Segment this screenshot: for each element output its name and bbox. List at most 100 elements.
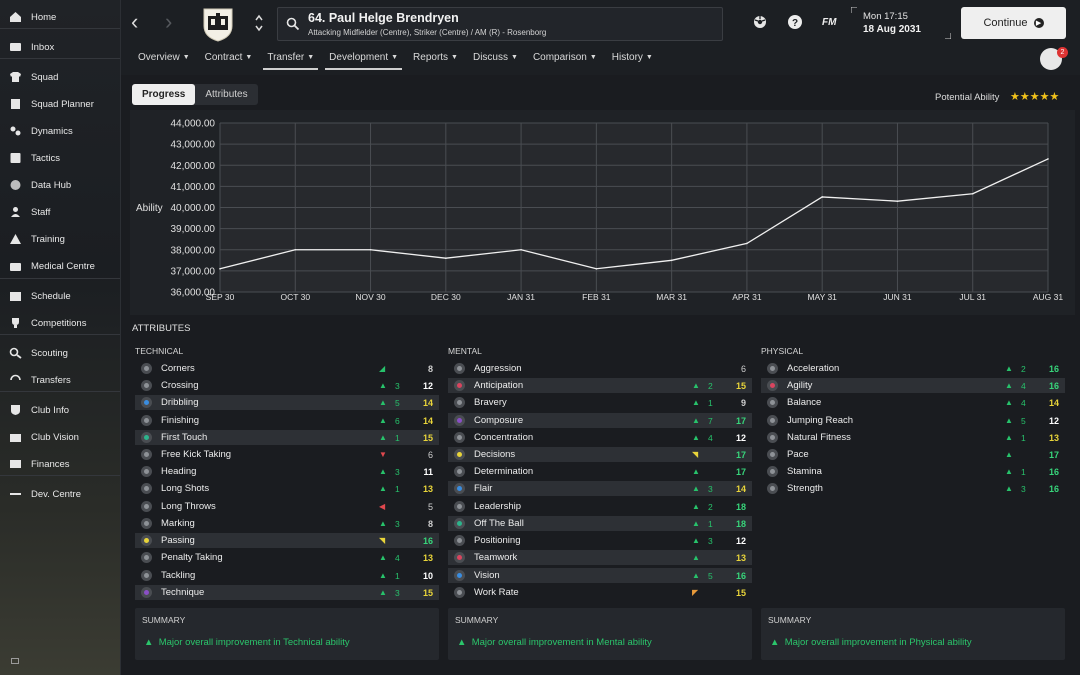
sidebar-item-inbox[interactable]: Inbox (0, 35, 120, 59)
attribute-value: 14 (422, 415, 433, 426)
sidebar-collapse-icon[interactable] (11, 658, 19, 664)
ability-point (445, 257, 447, 259)
attribute-row-determination[interactable]: Determination ▲ 17 (448, 464, 752, 479)
sidebar-item-squad-planner[interactable]: Squad Planner (0, 92, 120, 116)
attribute-row-composure[interactable]: Composure ▲ 7 17 (448, 413, 752, 428)
subtab-attributes[interactable]: Attributes (195, 84, 257, 105)
attribute-row-long-shots[interactable]: Long Shots ▲ 1 13 (135, 481, 439, 496)
tab-development[interactable]: Development ▼ (323, 48, 404, 70)
sidebar-item-dynamics[interactable]: Dynamics (0, 119, 120, 143)
social-feed-icon[interactable] (752, 14, 768, 30)
tab-history[interactable]: History ▼ (606, 48, 659, 70)
attribute-name: Heading (161, 466, 197, 477)
attribute-row-long-throws[interactable]: Long Throws ◀ 5 (135, 499, 439, 514)
attribute-row-corners[interactable]: Corners ◢ 8 (135, 361, 439, 376)
attribute-name: Finishing (161, 415, 200, 426)
sidebar-item-label: Club Info (31, 404, 70, 416)
attribute-row-agility[interactable]: Agility ▲ 4 16 (761, 378, 1065, 393)
trend-arrow-icon: ▲ (1005, 364, 1013, 373)
attribute-row-heading[interactable]: Heading ▲ 3 11 (135, 464, 439, 479)
attribute-change: 3 (708, 483, 713, 494)
attribute-row-anticipation[interactable]: Anticipation ▲ 2 15 (448, 378, 752, 393)
sidebar-item-club-vision[interactable]: Club Vision (0, 425, 120, 449)
summary-text: ▲ Major overall improvement in Mental ab… (457, 637, 652, 648)
attribute-row-first-touch[interactable]: First Touch ▲ 1 15 (135, 430, 439, 445)
sidebar-item-medical-centre[interactable]: Medical Centre (0, 254, 120, 278)
attribute-row-passing[interactable]: Passing ◥ 16 (135, 533, 439, 548)
sidebar-item-finances[interactable]: Finances (0, 452, 120, 476)
sidebar-item-club-info[interactable]: Club Info (0, 398, 120, 422)
attribute-row-crossing[interactable]: Crossing ▲ 3 12 (135, 378, 439, 393)
tab-contract[interactable]: Contract ▼ (199, 48, 259, 70)
sidebar-item-training[interactable]: Training (0, 227, 120, 251)
attribute-row-penalty-taking[interactable]: Penalty Taking ▲ 4 13 (135, 550, 439, 565)
attribute-row-bravery[interactable]: Bravery ▲ 1 9 (448, 395, 752, 410)
attribute-value: 14 (422, 397, 433, 408)
attribute-row-teamwork[interactable]: Teamwork ▲ 13 (448, 550, 752, 565)
back-arrow-icon[interactable]: ‹ (131, 10, 138, 34)
attribute-row-decisions[interactable]: Decisions ◥ 17 (448, 447, 752, 462)
attribute-row-work-rate[interactable]: Work Rate ◤ 15 (448, 585, 752, 600)
sidebar-item-dev-centre[interactable]: Dev. Centre (0, 482, 120, 506)
sidebar-item-squad[interactable]: Squad (0, 65, 120, 89)
ability-point (219, 267, 221, 270)
attribute-row-dribbling[interactable]: Dribbling ▲ 5 14 (135, 395, 439, 410)
attribute-row-free-kick-taking[interactable]: Free Kick Taking ▼ 6 (135, 447, 439, 462)
sidebar-item-home[interactable]: Home (0, 5, 120, 29)
club-crest-icon[interactable] (201, 6, 235, 42)
attribute-role-icon (141, 518, 152, 529)
sidebar-item-schedule[interactable]: Schedule (0, 284, 120, 308)
trend-arrow-icon: ◥ (379, 536, 386, 545)
attribute-role-icon (454, 397, 465, 408)
attribute-name: Passing (161, 535, 195, 546)
attribute-row-vision[interactable]: Vision ▲ 5 16 (448, 568, 752, 583)
tab-comparison[interactable]: Comparison ▼ (527, 48, 603, 70)
sidebar-item-data-hub[interactable]: Data Hub (0, 173, 120, 197)
tab-reports[interactable]: Reports ▼ (407, 48, 464, 70)
attribute-row-stamina[interactable]: Stamina ▲ 1 16 (761, 464, 1065, 479)
sidebar-item-label: Medical Centre (31, 260, 95, 272)
trend-arrow-icon: ▲ (379, 588, 387, 597)
attribute-row-off-the-ball[interactable]: Off The Ball ▲ 1 18 (448, 516, 752, 531)
attribute-row-aggression[interactable]: Aggression 6 (448, 361, 752, 376)
attribute-row-jumping-reach[interactable]: Jumping Reach ▲ 5 12 (761, 413, 1065, 428)
subtab-progress[interactable]: Progress (132, 84, 196, 105)
continue-button[interactable]: Continue ▶ (961, 7, 1066, 39)
player-search-box[interactable]: 64. Paul Helge Brendryen Attacking Midfi… (277, 7, 723, 41)
attribute-row-strength[interactable]: Strength ▲ 3 16 (761, 481, 1065, 496)
physical-summary: SUMMARY ▲ Major overall improvement in P… (761, 608, 1065, 660)
attribute-row-positioning[interactable]: Positioning ▲ 3 12 (448, 533, 752, 548)
attribute-name: Long Throws (161, 501, 216, 512)
attribute-row-concentration[interactable]: Concentration ▲ 4 12 (448, 430, 752, 445)
attribute-name: Penalty Taking (161, 552, 223, 563)
fm-logo[interactable]: FM (822, 17, 836, 28)
attribute-row-technique[interactable]: Technique ▲ 3 15 (135, 585, 439, 600)
sidebar-item-competitions[interactable]: Competitions (0, 311, 120, 335)
trend-arrow-icon: ▲ (1005, 484, 1013, 493)
sidebar-item-staff[interactable]: Staff (0, 200, 120, 224)
attribute-row-pace[interactable]: Pace ▲ 17 (761, 447, 1065, 462)
forward-arrow-icon[interactable]: › (165, 10, 172, 34)
tab-transfer[interactable]: Transfer ▼ (261, 48, 320, 70)
tab-overview[interactable]: Overview ▼ (132, 48, 196, 70)
trend-arrow-icon: ◤ (692, 588, 699, 597)
attribute-row-tackling[interactable]: Tackling ▲ 1 10 (135, 568, 439, 583)
help-icon[interactable]: ? (787, 14, 803, 30)
attribute-value: 10 (422, 570, 433, 581)
attribute-row-flair[interactable]: Flair ▲ 3 14 (448, 481, 752, 496)
tab-discuss[interactable]: Discuss ▼ (467, 48, 524, 70)
sidebar-item-scouting[interactable]: Scouting (0, 341, 120, 365)
attribute-row-acceleration[interactable]: Acceleration ▲ 2 16 (761, 361, 1065, 376)
attribute-row-marking[interactable]: Marking ▲ 3 8 (135, 516, 439, 531)
sidebar-item-label: Transfers (31, 374, 71, 386)
attribute-row-natural-fitness[interactable]: Natural Fitness ▲ 1 13 (761, 430, 1065, 445)
attribute-row-finishing[interactable]: Finishing ▲ 6 14 (135, 413, 439, 428)
scouting-icon (8, 347, 22, 359)
attribute-row-balance[interactable]: Balance ▲ 4 14 (761, 395, 1065, 410)
attribute-name: Technique (161, 587, 205, 598)
attribute-row-leadership[interactable]: Leadership ▲ 2 18 (448, 499, 752, 514)
sidebar-item-transfers[interactable]: Transfers (0, 368, 120, 392)
summary-title: SUMMARY (768, 615, 812, 625)
up-down-chevron-icon[interactable] (254, 12, 264, 34)
sidebar-item-tactics[interactable]: Tactics (0, 146, 120, 170)
